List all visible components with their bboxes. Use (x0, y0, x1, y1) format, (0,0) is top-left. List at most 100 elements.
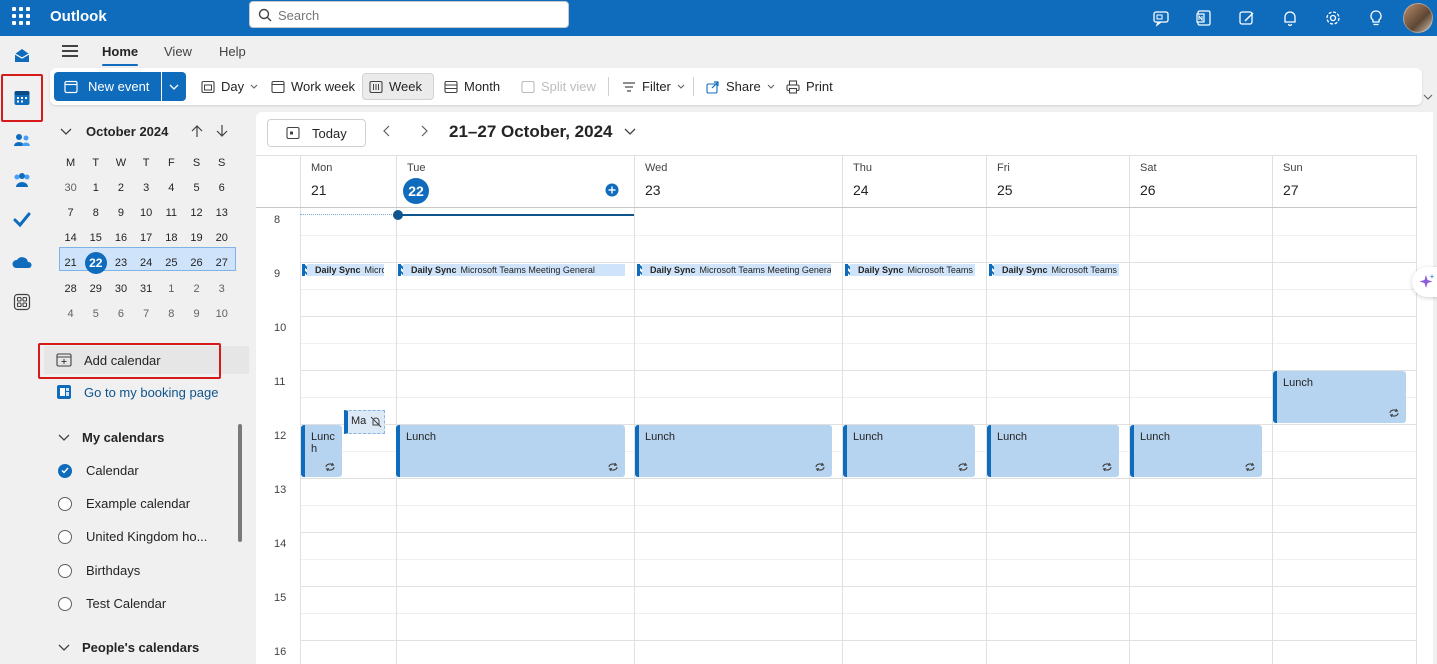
bell-icon[interactable] (1268, 0, 1311, 36)
add-calendar-button[interactable]: Add calendar (44, 346, 249, 374)
mini-day[interactable]: 2 (108, 182, 133, 194)
arrow-down-icon[interactable] (216, 124, 228, 138)
avatar[interactable] (1403, 3, 1433, 33)
event-lunch[interactable]: Lunch (1273, 371, 1406, 423)
date-range-title[interactable]: 21–27 October, 2024 (449, 122, 613, 142)
mini-day[interactable]: 29 (83, 283, 108, 295)
mini-day[interactable]: 21 (58, 257, 83, 269)
print-button[interactable]: Print (780, 73, 839, 100)
meet-now-icon[interactable] (1139, 0, 1182, 36)
chevron-down-icon[interactable] (60, 128, 72, 135)
new-event-dropdown-button[interactable] (162, 72, 186, 101)
my-calendars-section[interactable]: My calendars (58, 430, 164, 445)
unchecked-circle-icon[interactable] (58, 496, 72, 511)
mini-day[interactable]: 6 (209, 182, 234, 194)
chevron-left-icon[interactable] (383, 125, 391, 137)
share-button[interactable]: Share (700, 73, 781, 100)
mini-day[interactable]: 8 (159, 308, 184, 320)
mini-day[interactable]: 13 (209, 207, 234, 219)
mini-day[interactable]: 9 (108, 207, 133, 219)
search-input[interactable] (278, 6, 558, 24)
mini-day[interactable]: 4 (159, 182, 184, 194)
day-header-fri[interactable]: Fri 25 (986, 156, 1129, 208)
copilot-button[interactable] (1412, 267, 1437, 297)
day-header-mon[interactable]: Mon 21 (300, 156, 396, 208)
mail-icon[interactable] (6, 40, 38, 72)
day-header-sat[interactable]: Sat 26 (1129, 156, 1272, 208)
arrow-up-icon[interactable] (191, 124, 203, 138)
unchecked-circle-icon[interactable] (58, 529, 72, 544)
todo-icon[interactable] (6, 204, 38, 236)
mini-day[interactable]: 24 (134, 257, 159, 269)
event-daily-sync[interactable]: Daily Sync Microsoft Teams Meeting Genera… (637, 264, 831, 276)
mini-day[interactable]: 30 (108, 283, 133, 295)
day-header-thu[interactable]: Thu 24 (842, 156, 986, 208)
mini-day[interactable]: 10 (209, 308, 234, 320)
event-daily-sync[interactable]: Daily SyncMicrosoft Teams M (845, 264, 975, 276)
mini-day[interactable]: 5 (83, 308, 108, 320)
groups-icon[interactable] (6, 164, 38, 196)
unchecked-circle-icon[interactable] (58, 596, 72, 611)
booking-page-link[interactable]: Go to my booking page (56, 378, 246, 406)
mini-calendar-title[interactable]: October 2024 (86, 124, 168, 139)
calendar-item-birthdays[interactable]: Birthdays (58, 563, 140, 578)
mini-day[interactable]: 9 (184, 308, 209, 320)
tab-view[interactable]: View (164, 44, 192, 59)
day-view-button[interactable]: Day (195, 73, 264, 100)
tab-help[interactable]: Help (219, 44, 246, 59)
mini-day[interactable]: 16 (108, 232, 133, 244)
event-muted[interactable]: Ma (344, 410, 385, 434)
calendar-item-test[interactable]: Test Calendar (58, 596, 166, 611)
mini-day[interactable]: 31 (134, 283, 159, 295)
event-lunch[interactable]: Lunch (1130, 425, 1262, 477)
split-view-button[interactable]: Split view (515, 73, 602, 100)
mini-day[interactable]: 17 (134, 232, 159, 244)
gear-icon[interactable] (1311, 0, 1354, 36)
note-edit-icon[interactable] (1225, 0, 1268, 36)
more-apps-icon[interactable] (6, 286, 38, 318)
filter-button[interactable]: Filter (616, 73, 691, 100)
event-daily-sync[interactable]: Daily SyncMicrosoft Teams M (989, 264, 1119, 276)
hamburger-menu-icon[interactable] (62, 45, 78, 57)
event-lunch[interactable]: Lunch (843, 425, 975, 477)
people-icon[interactable] (6, 124, 38, 156)
mini-day[interactable]: 3 (209, 283, 234, 295)
onenote-icon[interactable] (1182, 0, 1225, 36)
day-header-wed[interactable]: Wed 23 (634, 156, 842, 208)
app-launcher-icon[interactable] (12, 7, 30, 25)
mini-day[interactable]: 28 (58, 283, 83, 295)
mini-day[interactable]: 5 (184, 182, 209, 194)
mini-day-today[interactable]: 22 (83, 252, 108, 275)
new-event-button[interactable]: New event (54, 72, 161, 101)
mini-day[interactable]: 3 (134, 182, 159, 194)
lightbulb-icon[interactable] (1354, 0, 1397, 36)
work-week-view-button[interactable]: Work week (265, 73, 361, 100)
mini-day[interactable]: 27 (209, 257, 234, 269)
peoples-calendars-section[interactable]: People's calendars (58, 640, 199, 655)
mini-day[interactable]: 11 (159, 207, 184, 219)
ribbon-expand-icon[interactable] (1423, 88, 1433, 103)
event-lunch[interactable]: Lunch (635, 425, 832, 477)
event-lunch[interactable]: Lunch (396, 425, 625, 477)
mini-day[interactable]: 15 (83, 232, 108, 244)
calendar-app-icon[interactable] (6, 82, 38, 114)
mini-day[interactable]: 8 (83, 207, 108, 219)
mini-day[interactable]: 25 (159, 257, 184, 269)
unchecked-circle-icon[interactable] (58, 563, 72, 578)
event-lunch[interactable]: Lunch (987, 425, 1119, 477)
calendar-item-uk-holidays[interactable]: United Kingdom ho... (58, 529, 207, 544)
mini-day[interactable]: 18 (159, 232, 184, 244)
mini-day[interactable]: 10 (134, 207, 159, 219)
month-view-button[interactable]: Month (438, 73, 506, 100)
mini-day[interactable]: 2 (184, 283, 209, 295)
app-name[interactable]: Outlook (50, 8, 107, 25)
mini-day[interactable]: 1 (83, 182, 108, 194)
mini-day[interactable]: 19 (184, 232, 209, 244)
event-daily-sync[interactable]: Daily Sync Microsoft Teams Meeting Genera… (398, 264, 625, 276)
calendar-item-calendar[interactable]: Calendar (58, 463, 139, 478)
mini-day[interactable]: 4 (58, 308, 83, 320)
mini-day[interactable]: 26 (184, 257, 209, 269)
mini-day[interactable]: 14 (58, 232, 83, 244)
mini-day[interactable]: 1 (159, 283, 184, 295)
week-view-button[interactable]: Week (362, 73, 434, 100)
